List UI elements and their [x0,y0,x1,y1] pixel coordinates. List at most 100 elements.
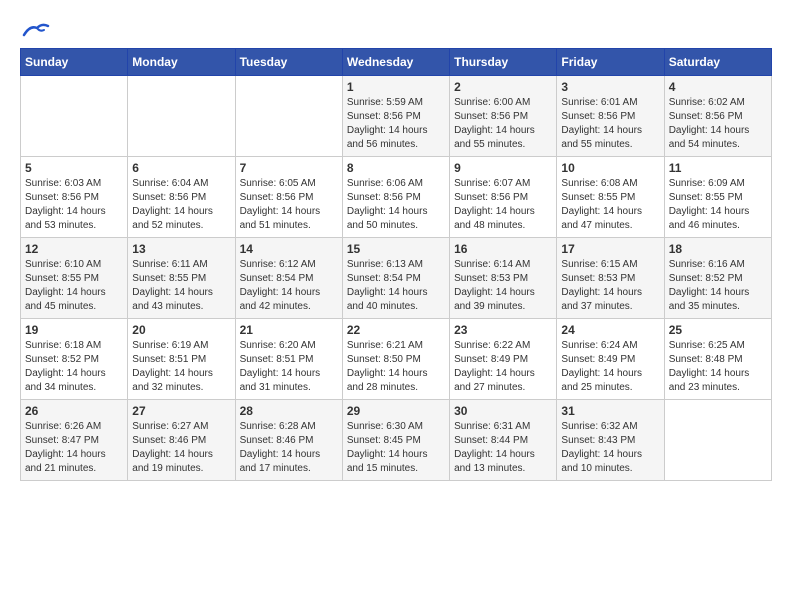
day-cell [21,76,128,157]
day-number: 28 [240,404,338,418]
day-number: 26 [25,404,123,418]
day-cell: 14Sunrise: 6:12 AM Sunset: 8:54 PM Dayli… [235,238,342,319]
day-cell: 23Sunrise: 6:22 AM Sunset: 8:49 PM Dayli… [450,319,557,400]
day-cell: 13 Sunrise: 6:11 AM Sunset: 8:55 PM Dayli… [128,238,235,319]
day-info: Sunrise: 6:09 AM Sunset: 8:55 PM Dayligh… [669,177,767,233]
day-cell: 15Sunrise: 6:13 AM Sunset: 8:54 PM Dayli… [342,238,449,319]
day-cell: 6 Sunrise: 6:04 AM Sunset: 8:56 PM Daylig… [128,157,235,238]
day-cell: 30Sunrise: 6:31 AM Sunset: 8:44 PM Dayli… [450,400,557,481]
day-info: Sunrise: 6:24 AM Sunset: 8:49 PM Dayligh… [561,339,659,395]
day-number: 31 [561,404,659,418]
day-info: Sunrise: 6:05 AM Sunset: 8:56 PM Dayligh… [240,177,338,233]
day-info: Sunrise: 6:08 AM Sunset: 8:55 PM Dayligh… [561,177,659,233]
day-number: 13 [132,242,230,256]
logo-top [20,20,50,40]
week-row-2: 5Sunrise: 6:03 AM Sunset: 8:56 PM Daylig… [21,157,772,238]
day-info: Sunrise: 6:11 AM Sunset: 8:55 PM Dayligh… [132,258,230,314]
day-cell: 7 Sunrise: 6:05 AM Sunset: 8:56 PM Daylig… [235,157,342,238]
day-cell: 4 Sunrise: 6:02 AM Sunset: 8:56 PM Daylig… [664,76,771,157]
week-row-1: 1 Sunrise: 5:59 AM Sunset: 8:56 PM Daylig… [21,76,772,157]
day-cell: 19 Sunrise: 6:18 AM Sunset: 8:52 PM Dayli… [21,319,128,400]
day-cell: 11Sunrise: 6:09 AM Sunset: 8:55 PM Dayli… [664,157,771,238]
day-cell: 29 Sunrise: 6:30 AM Sunset: 8:45 PM Dayli… [342,400,449,481]
day-info: Sunrise: 6:16 AM Sunset: 8:52 PM Dayligh… [669,258,767,314]
day-cell [128,76,235,157]
day-info: Sunrise: 6:25 AM Sunset: 8:48 PM Dayligh… [669,339,767,395]
day-number: 18 [669,242,767,256]
logo [20,20,50,38]
day-info: Sunrise: 6:21 AM Sunset: 8:50 PM Dayligh… [347,339,445,395]
day-cell: 12 Sunrise: 6:10 AM Sunset: 8:55 PM Dayli… [21,238,128,319]
day-number: 24 [561,323,659,337]
day-info: Sunrise: 5:59 AM Sunset: 8:56 PM Dayligh… [347,96,445,152]
week-row-5: 26 Sunrise: 6:26 AM Sunset: 8:47 PM Dayli… [21,400,772,481]
day-info: Sunrise: 6:30 AM Sunset: 8:45 PM Dayligh… [347,420,445,476]
weekday-header-sunday: Sunday [21,49,128,76]
day-cell: 2 Sunrise: 6:00 AM Sunset: 8:56 PM Daylig… [450,76,557,157]
day-cell: 5Sunrise: 6:03 AM Sunset: 8:56 PM Daylig… [21,157,128,238]
weekday-header-wednesday: Wednesday [342,49,449,76]
day-info: Sunrise: 6:02 AM Sunset: 8:56 PM Dayligh… [669,96,767,152]
day-cell: 17 Sunrise: 6:15 AM Sunset: 8:53 PM Dayli… [557,238,664,319]
day-number: 19 [25,323,123,337]
day-info: Sunrise: 6:18 AM Sunset: 8:52 PM Dayligh… [25,339,123,395]
day-info: Sunrise: 6:15 AM Sunset: 8:53 PM Dayligh… [561,258,659,314]
day-cell: 16Sunrise: 6:14 AM Sunset: 8:53 PM Dayli… [450,238,557,319]
day-number: 8 [347,161,445,175]
day-cell: 22 Sunrise: 6:21 AM Sunset: 8:50 PM Dayli… [342,319,449,400]
day-info: Sunrise: 6:04 AM Sunset: 8:56 PM Dayligh… [132,177,230,233]
day-number: 3 [561,80,659,94]
day-number: 2 [454,80,552,94]
day-number: 1 [347,80,445,94]
day-number: 12 [25,242,123,256]
day-cell: 1 Sunrise: 5:59 AM Sunset: 8:56 PM Daylig… [342,76,449,157]
calendar-table: SundayMondayTuesdayWednesdayThursdayFrid… [20,48,772,481]
day-number: 9 [454,161,552,175]
day-info: Sunrise: 6:03 AM Sunset: 8:56 PM Dayligh… [25,177,123,233]
logo-bird-icon [22,20,50,40]
day-number: 4 [669,80,767,94]
day-number: 15 [347,242,445,256]
day-number: 17 [561,242,659,256]
day-info: Sunrise: 6:01 AM Sunset: 8:56 PM Dayligh… [561,96,659,152]
day-info: Sunrise: 6:22 AM Sunset: 8:49 PM Dayligh… [454,339,552,395]
day-info: Sunrise: 6:28 AM Sunset: 8:46 PM Dayligh… [240,420,338,476]
day-cell: 21 Sunrise: 6:20 AM Sunset: 8:51 PM Dayli… [235,319,342,400]
day-info: Sunrise: 6:06 AM Sunset: 8:56 PM Dayligh… [347,177,445,233]
day-cell: 9Sunrise: 6:07 AM Sunset: 8:56 PM Daylig… [450,157,557,238]
day-cell [664,400,771,481]
weekday-header-monday: Monday [128,49,235,76]
day-cell: 3 Sunrise: 6:01 AM Sunset: 8:56 PM Daylig… [557,76,664,157]
day-cell: 8 Sunrise: 6:06 AM Sunset: 8:56 PM Daylig… [342,157,449,238]
day-cell [235,76,342,157]
day-info: Sunrise: 6:12 AM Sunset: 8:54 PM Dayligh… [240,258,338,314]
week-row-3: 12 Sunrise: 6:10 AM Sunset: 8:55 PM Dayli… [21,238,772,319]
weekday-header-saturday: Saturday [664,49,771,76]
week-row-4: 19 Sunrise: 6:18 AM Sunset: 8:52 PM Dayli… [21,319,772,400]
day-number: 25 [669,323,767,337]
weekday-header-row: SundayMondayTuesdayWednesdayThursdayFrid… [21,49,772,76]
day-cell: 25 Sunrise: 6:25 AM Sunset: 8:48 PM Dayli… [664,319,771,400]
day-cell: 26 Sunrise: 6:26 AM Sunset: 8:47 PM Dayli… [21,400,128,481]
day-number: 20 [132,323,230,337]
day-number: 6 [132,161,230,175]
day-info: Sunrise: 6:10 AM Sunset: 8:55 PM Dayligh… [25,258,123,314]
weekday-header-tuesday: Tuesday [235,49,342,76]
day-number: 21 [240,323,338,337]
day-info: Sunrise: 6:32 AM Sunset: 8:43 PM Dayligh… [561,420,659,476]
day-number: 27 [132,404,230,418]
day-info: Sunrise: 6:26 AM Sunset: 8:47 PM Dayligh… [25,420,123,476]
day-info: Sunrise: 6:27 AM Sunset: 8:46 PM Dayligh… [132,420,230,476]
weekday-header-thursday: Thursday [450,49,557,76]
day-info: Sunrise: 6:14 AM Sunset: 8:53 PM Dayligh… [454,258,552,314]
day-number: 10 [561,161,659,175]
day-number: 22 [347,323,445,337]
day-cell: 31 Sunrise: 6:32 AM Sunset: 8:43 PM Dayli… [557,400,664,481]
day-cell: 10 Sunrise: 6:08 AM Sunset: 8:55 PM Dayli… [557,157,664,238]
day-number: 29 [347,404,445,418]
day-info: Sunrise: 6:20 AM Sunset: 8:51 PM Dayligh… [240,339,338,395]
day-cell: 24 Sunrise: 6:24 AM Sunset: 8:49 PM Dayli… [557,319,664,400]
day-info: Sunrise: 6:00 AM Sunset: 8:56 PM Dayligh… [454,96,552,152]
page-header [20,20,772,38]
day-number: 7 [240,161,338,175]
